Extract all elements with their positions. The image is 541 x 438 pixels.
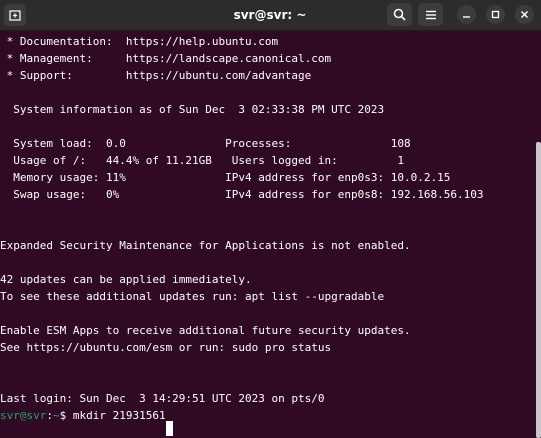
terminal-line: See https://ubuntu.com/esm or run: sudo … xyxy=(0,341,332,354)
terminal-line: System information as of Sun Dec 3 02:33… xyxy=(0,103,385,116)
terminal-line: 42 updates can be applied immediately. xyxy=(0,273,252,286)
maximize-icon xyxy=(491,10,500,19)
terminal-line: * Support: https://ubuntu.com/advantage xyxy=(0,69,312,82)
terminal-line: To see these additional updates run: apt… xyxy=(0,290,385,303)
close-icon xyxy=(521,11,528,18)
maximize-button[interactable] xyxy=(486,5,505,24)
terminal-line: Expanded Security Maintenance for Applic… xyxy=(0,239,411,252)
new-tab-button[interactable] xyxy=(4,4,26,26)
terminal-line: Usage of /: 44.4% of 11.21GB Users logge… xyxy=(0,154,404,167)
text-cursor xyxy=(166,421,173,436)
prompt-separator: : xyxy=(46,409,53,422)
close-button[interactable] xyxy=(515,5,534,24)
window-title: svr@svr: ~ xyxy=(233,8,307,22)
minimize-icon xyxy=(463,16,470,18)
title-bar: svr@svr: ~ xyxy=(0,0,541,31)
prompt-user-host: svr@svr xyxy=(0,409,47,422)
terminal-line: System load: 0.0 Processes: 108 xyxy=(0,137,411,150)
typed-command: mkdir 21931561 xyxy=(72,409,166,422)
terminal-output[interactable]: * Documentation: https://help.ubuntu.com… xyxy=(0,33,534,438)
minimize-button[interactable] xyxy=(457,5,476,24)
terminal-window: svr@svr: ~ * Documentation: https://help… xyxy=(0,0,541,438)
command-prompt-line[interactable]: svr@svr:~$ mkdir 21931561 xyxy=(0,407,166,424)
last-login-line: Last login: Sun Dec 3 14:29:51 UTC 2023 … xyxy=(0,392,325,405)
terminal-line: Swap usage: 0% IPv4 address for enp0s8: … xyxy=(0,188,484,201)
terminal-line: Memory usage: 11% IPv4 address for enp0s… xyxy=(0,171,451,184)
search-button[interactable] xyxy=(387,3,412,26)
prompt-symbol: $ xyxy=(59,409,73,422)
terminal-line: * Documentation: https://help.ubuntu.com xyxy=(0,35,279,48)
scrollbar-thumb[interactable] xyxy=(536,142,541,438)
hamburger-menu-icon xyxy=(425,10,436,19)
search-icon xyxy=(393,8,406,21)
terminal-line: * Management: https://landscape.canonica… xyxy=(0,52,332,65)
terminal-line: Enable ESM Apps to receive additional fu… xyxy=(0,324,411,337)
new-tab-icon xyxy=(9,10,21,21)
menu-button[interactable] xyxy=(418,3,443,26)
prompt-path: ~ xyxy=(52,409,60,422)
